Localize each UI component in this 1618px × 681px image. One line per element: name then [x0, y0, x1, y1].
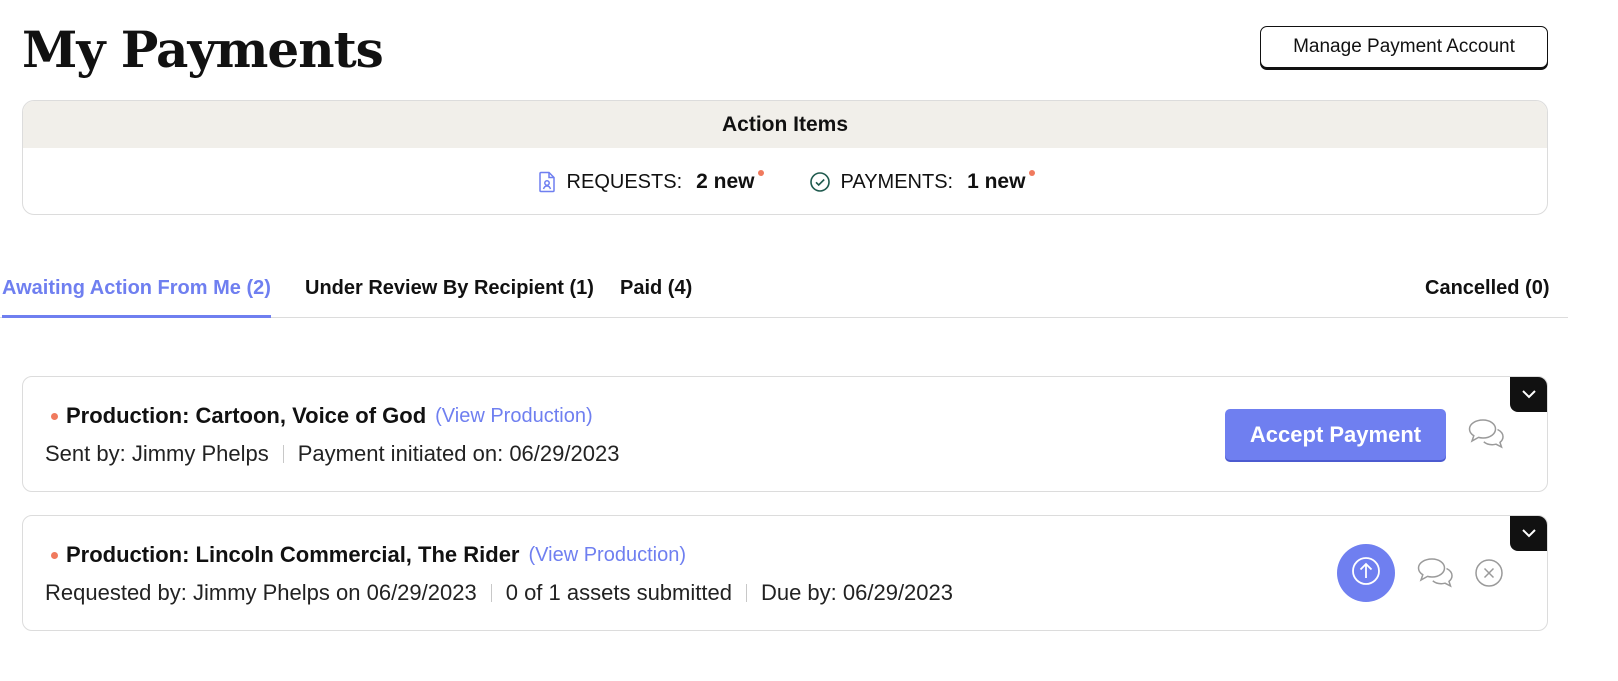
- new-indicator-dot: [51, 551, 58, 559]
- close-circle-icon[interactable]: [1474, 558, 1504, 593]
- payment-card: Production: Cartoon, Voice of God (View …: [22, 376, 1548, 492]
- chat-bubbles-icon[interactable]: [1466, 417, 1506, 456]
- document-user-icon: [535, 170, 559, 194]
- requests-summary[interactable]: REQUESTS: 2 new: [535, 170, 765, 194]
- arrow-up-circle-icon: [1350, 555, 1382, 592]
- card-title-row: Production: Cartoon, Voice of God (View …: [51, 403, 593, 429]
- new-indicator-dot: [1029, 170, 1036, 176]
- meta-divider: [745, 584, 747, 602]
- chat-bubbles-icon[interactable]: [1415, 556, 1455, 595]
- tab-cancelled[interactable]: Cancelled (0): [1425, 262, 1549, 318]
- due-date: Due by: 06/29/2023: [760, 580, 953, 605]
- manage-payment-account-button[interactable]: Manage Payment Account: [1260, 26, 1548, 68]
- production-title: Production: Cartoon, Voice of God: [66, 403, 427, 428]
- view-production-link[interactable]: (View Production): [529, 544, 686, 567]
- assets-submitted-count: 0 of 1 assets submitted: [505, 580, 732, 605]
- chevron-down-icon: [1521, 386, 1537, 404]
- payment-status-tabs: Awaiting Action From Me (2) Under Review…: [0, 262, 1568, 318]
- tab-paid[interactable]: Paid (4): [620, 262, 692, 318]
- payments-label: PAYMENTS:: [840, 170, 954, 193]
- request-card: Production: Lincoln Commercial, The Ride…: [22, 515, 1548, 631]
- action-items-summary: REQUESTS: 2 new PAYMENTS: 1 new: [23, 148, 1547, 214]
- action-items-panel: Action Items REQUESTS: 2 new PAYMENTS: 1…: [22, 100, 1548, 215]
- production-title: Production: Lincoln Commercial, The Ride…: [66, 542, 520, 567]
- requests-label: REQUESTS:: [566, 170, 683, 193]
- check-circle-icon: [808, 170, 832, 194]
- chevron-down-icon: [1521, 525, 1537, 543]
- action-items-heading: Action Items: [23, 101, 1547, 148]
- meta-divider: [490, 584, 492, 602]
- new-indicator-dot: [51, 412, 58, 420]
- payments-count: 1 new: [967, 170, 1026, 193]
- requests-count: 2 new: [696, 170, 755, 193]
- view-production-link[interactable]: (View Production): [435, 405, 592, 428]
- tab-awaiting-action[interactable]: Awaiting Action From Me (2): [2, 262, 271, 318]
- payments-summary[interactable]: PAYMENTS: 1 new: [808, 170, 1036, 194]
- tab-under-review[interactable]: Under Review By Recipient (1): [305, 262, 594, 318]
- sender-info: Sent by: Jimmy Phelps: [45, 441, 269, 466]
- requester-info: Requested by: Jimmy Phelps on 06/29/2023: [45, 580, 477, 605]
- expand-card-button[interactable]: [1510, 516, 1547, 551]
- page-title: My Payments: [22, 20, 384, 79]
- meta-divider: [282, 445, 284, 463]
- card-title-row: Production: Lincoln Commercial, The Ride…: [51, 542, 686, 568]
- payment-initiated-date: Payment initiated on: 06/29/2023: [297, 441, 620, 466]
- new-indicator-dot: [758, 170, 765, 176]
- card-meta-row: Sent by: Jimmy Phelps Payment initiated …: [45, 441, 619, 467]
- expand-card-button[interactable]: [1510, 377, 1547, 412]
- upload-asset-button[interactable]: [1337, 544, 1395, 602]
- card-meta-row: Requested by: Jimmy Phelps on 06/29/2023…: [45, 580, 953, 606]
- accept-payment-button[interactable]: Accept Payment: [1225, 409, 1446, 460]
